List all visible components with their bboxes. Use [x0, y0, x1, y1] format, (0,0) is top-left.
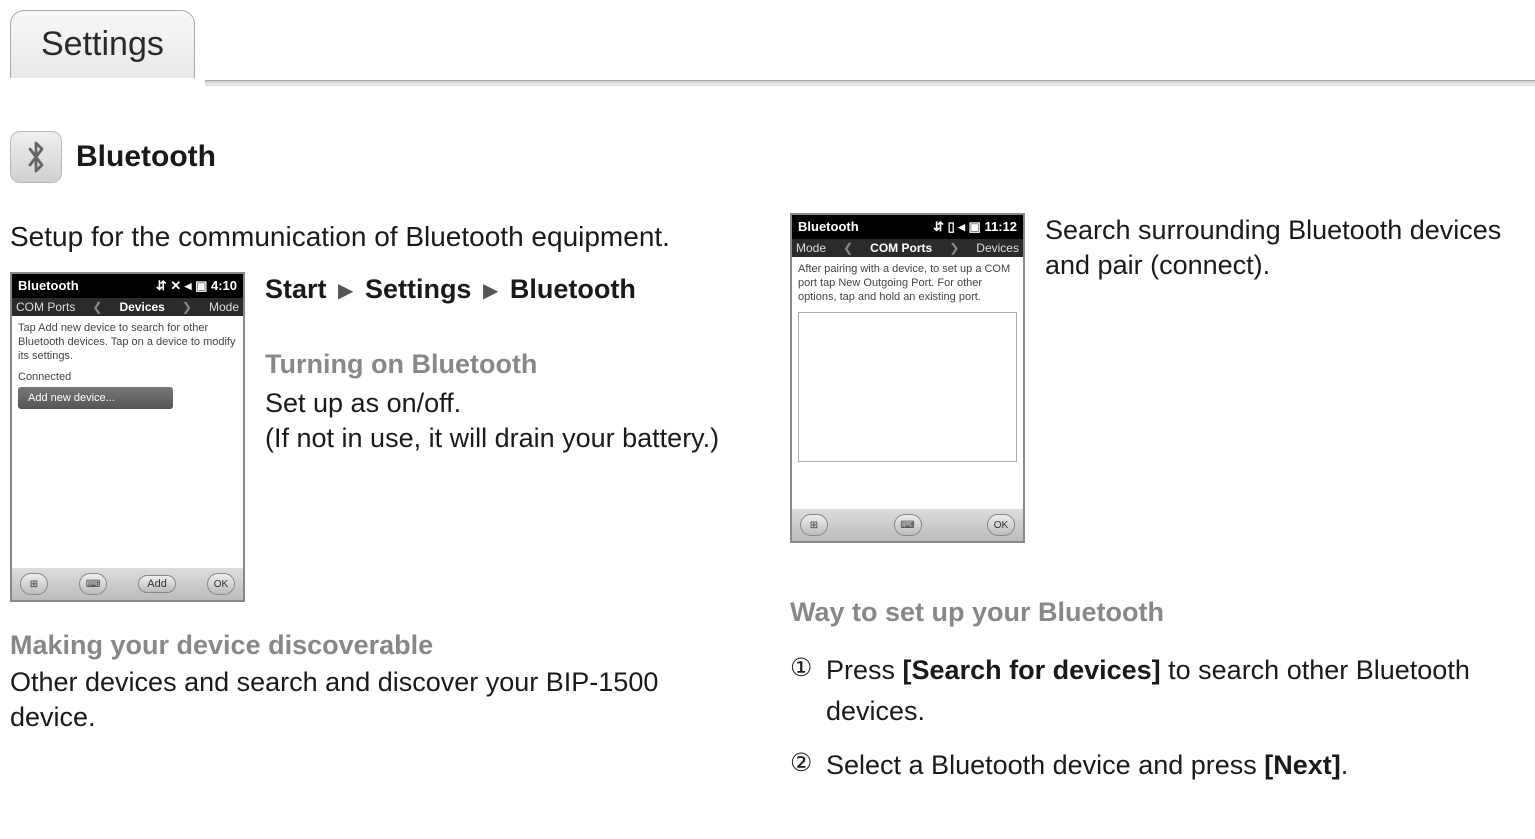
phone-tab-active: COM Ports	[870, 241, 932, 255]
step-1: ① Press [Search for devices] to search o…	[790, 650, 1530, 731]
phone-tabbar: Mode ❮ COM Ports ❯ Devices	[792, 239, 1023, 257]
chevron-right-icon: ❯	[182, 300, 192, 314]
turning-on-line1: Set up as on/off.	[265, 386, 750, 421]
step1-bold: [Search for devices]	[903, 655, 1161, 685]
page-tab-container: Settings	[10, 10, 1535, 78]
phone-hint: Tap Add new device to search for other B…	[18, 322, 237, 363]
turning-on-line2: (If not in use, it will drain your batte…	[265, 421, 750, 456]
section-header: Bluetooth	[10, 131, 1535, 183]
discoverable-heading: Making your device discoverable	[10, 630, 750, 661]
phone-titlebar: Bluetooth ⇵ ✕ ◂ ▣ 4:10	[12, 274, 243, 298]
keyboard-icon[interactable]: ⌨	[894, 514, 922, 536]
chevron-left-icon: ❮	[843, 241, 853, 255]
phone-tab-right: Devices	[976, 241, 1019, 255]
bluetooth-icon	[10, 131, 62, 183]
add-new-device-button[interactable]: Add new device...	[18, 387, 173, 409]
triangle-icon: ▶	[479, 280, 502, 302]
step2-bold: [Next]	[1264, 750, 1341, 780]
ok-softkey[interactable]: OK	[987, 514, 1015, 536]
triangle-icon: ▶	[334, 280, 357, 302]
right-column: Bluetooth ⇵ ▯ ◂ ▣ 11:12 Mode ❮ COM Ports…	[790, 213, 1530, 800]
phone-time: 11:12	[984, 219, 1017, 234]
phone-tab-right: Mode	[209, 300, 239, 314]
breadcrumb: Start ▶ Settings ▶ Bluetooth	[265, 272, 750, 307]
connected-label: Connected	[18, 371, 237, 383]
phone-title: Bluetooth	[798, 219, 859, 235]
chevron-left-icon: ❮	[92, 300, 102, 314]
step-2: ② Select a Bluetooth device and press [N…	[790, 745, 1530, 786]
phone-status-icons: ⇵ ▯ ◂ ▣ 11:12	[933, 219, 1017, 235]
windows-icon[interactable]: ⊞	[800, 514, 828, 536]
phone-body: Tap Add new device to search for other B…	[12, 316, 243, 568]
phone-title: Bluetooth	[18, 278, 79, 294]
phone-tabbar: COM Ports ❮ Devices ❯ Mode	[12, 298, 243, 316]
phone-time: 4:10	[211, 278, 237, 293]
phone-status-icons: ⇵ ✕ ◂ ▣ 4:10	[156, 278, 237, 294]
section-title: Bluetooth	[76, 140, 216, 174]
keyboard-icon[interactable]: ⌨	[79, 573, 107, 595]
step2-pre: Select a Bluetooth device and press	[826, 750, 1264, 780]
phone-tab-left: COM Ports	[16, 300, 75, 314]
left-body: Start ▶ Settings ▶ Bluetooth Turning on …	[265, 272, 750, 456]
phone-bottombar: ⊞ ⌨ OK	[792, 509, 1023, 541]
step1-pre: Press	[826, 655, 903, 685]
add-softkey[interactable]: Add	[138, 575, 176, 593]
turning-on-heading: Turning on Bluetooth	[265, 347, 750, 382]
crumb-start: Start	[265, 274, 327, 304]
windows-icon[interactable]: ⊞	[20, 573, 48, 595]
step2-post: .	[1341, 750, 1349, 780]
crumb-settings: Settings	[365, 274, 472, 304]
port-listbox	[798, 312, 1017, 462]
phone-tab-left: Mode	[796, 241, 826, 255]
crumb-bluetooth: Bluetooth	[510, 274, 636, 304]
ok-softkey[interactable]: OK	[207, 573, 235, 595]
left-column: Setup for the communication of Bluetooth…	[10, 213, 750, 800]
phone-tab-active: Devices	[119, 300, 164, 314]
right-intro: Search surrounding Bluetooth devices and…	[1045, 213, 1530, 283]
settings-tab: Settings	[10, 10, 195, 78]
header-rule	[10, 80, 1535, 86]
chevron-right-icon: ❯	[949, 241, 959, 255]
phone-hint: After pairing with a device, to set up a…	[798, 263, 1017, 304]
phone-body: After pairing with a device, to set up a…	[792, 257, 1023, 509]
phone-titlebar: Bluetooth ⇵ ▯ ◂ ▣ 11:12	[792, 215, 1023, 239]
phone-bottombar: ⊞ ⌨ Add OK	[12, 568, 243, 600]
phone-screenshot-devices: Bluetooth ⇵ ✕ ◂ ▣ 4:10 COM Ports ❮ Devic…	[10, 272, 245, 602]
discoverable-body: Other devices and search and discover yo…	[10, 665, 750, 735]
way-to-setup-heading: Way to set up your Bluetooth	[790, 597, 1530, 628]
circled-1-icon: ①	[790, 650, 818, 731]
circled-2-icon: ②	[790, 745, 818, 786]
steps-list: ① Press [Search for devices] to search o…	[790, 650, 1530, 786]
left-intro: Setup for the communication of Bluetooth…	[10, 219, 750, 254]
phone-screenshot-comports: Bluetooth ⇵ ▯ ◂ ▣ 11:12 Mode ❮ COM Ports…	[790, 213, 1025, 543]
